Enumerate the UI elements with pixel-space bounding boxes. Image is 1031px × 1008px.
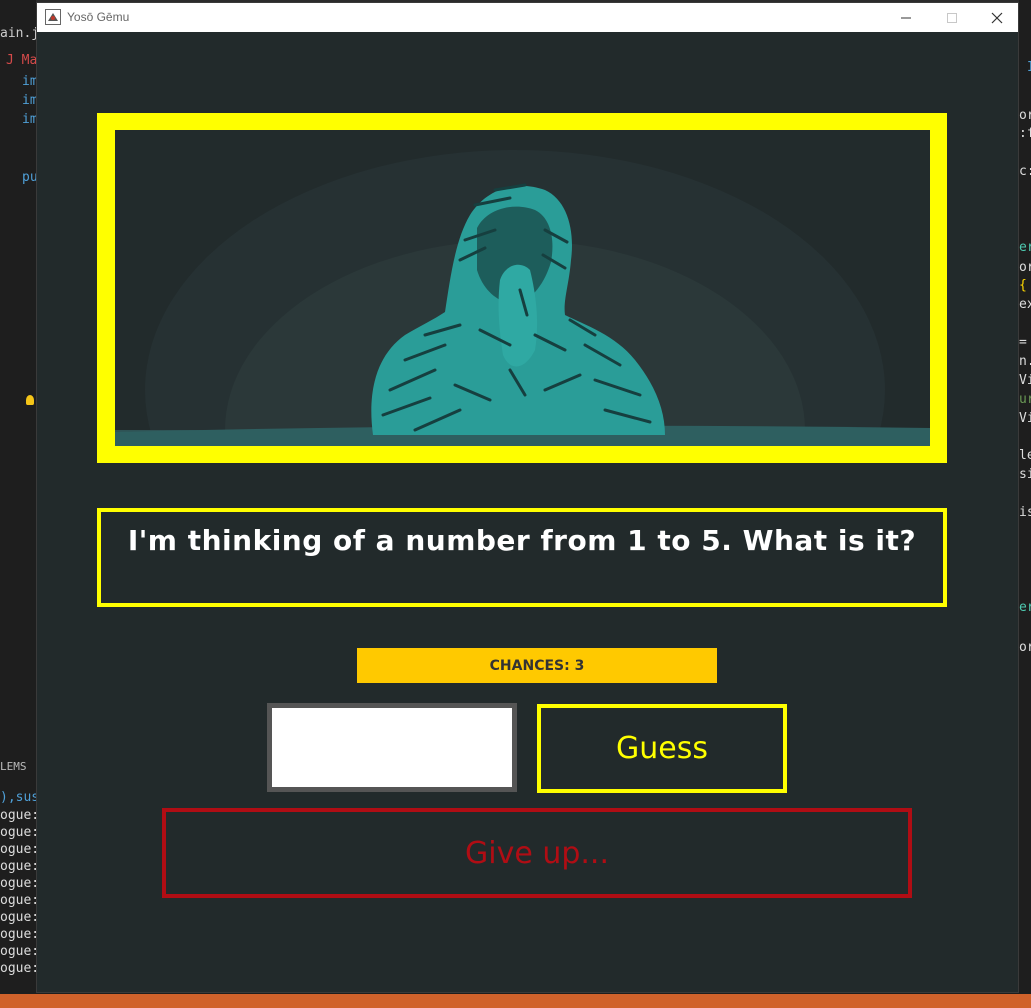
ide-code-fragment: or [1019, 108, 1031, 123]
java-app-icon [45, 9, 61, 25]
ide-console-line: ogue: [0, 859, 36, 874]
ide-code-fragment: er [1019, 240, 1031, 255]
ide-console-line: ),susp [0, 790, 36, 805]
ide-code-fragment: or [1019, 640, 1031, 655]
ide-code-line: im [22, 112, 36, 127]
ide-code-fragment: I [1027, 60, 1031, 75]
guess-button[interactable]: Guess [537, 704, 787, 793]
give-up-button[interactable]: Give up... [162, 808, 912, 898]
taskbar-strip [0, 994, 1031, 1008]
game-window: Yosō Gēmu I'm thinking of a number from … [36, 2, 1019, 993]
ide-code-fragment: or [1019, 260, 1031, 275]
game-content: I'm thinking of a number from 1 to 5. Wh… [37, 32, 1018, 992]
hooded-figure-illustration [115, 150, 930, 446]
ide-code-fragment: = [1019, 335, 1027, 350]
illustration-panel [115, 130, 930, 446]
maximize-button[interactable] [929, 3, 975, 32]
ide-file-entry: J Ma [6, 53, 36, 68]
ide-background-left: ain.java J Ma im im im pu LEMS ),susp og… [0, 0, 36, 1008]
ide-code-fragment: ur [1019, 392, 1031, 407]
ide-background-right: I or :f c: er or { ex = n. Vi ur Vi le s… [1019, 0, 1031, 1008]
question-text: I'm thinking of a number from 1 to 5. Wh… [127, 524, 917, 557]
ide-code-fragment: { [1019, 278, 1027, 293]
question-panel: I'm thinking of a number from 1 to 5. Wh… [97, 508, 947, 607]
window-titlebar[interactable]: Yosō Gēmu [37, 3, 1018, 32]
ide-code-fragment: le [1019, 448, 1031, 463]
ide-code-fragment: Vi [1019, 411, 1031, 426]
maximize-icon [947, 12, 957, 23]
ide-code-fragment: ex [1019, 297, 1031, 312]
ide-console-line: ogue: [0, 944, 36, 959]
ide-tab-label: ain.java [0, 26, 36, 41]
ide-code-fragment: si [1019, 467, 1031, 482]
ide-panel-label: LEMS [0, 760, 27, 773]
close-icon [991, 12, 1003, 23]
ide-code-fragment: Vi [1019, 373, 1031, 388]
window-title: Yosō Gēmu [67, 10, 130, 24]
ide-console-line: ogue: [0, 808, 36, 823]
chances-counter: CHANCES: 3 [357, 648, 717, 683]
lightbulb-icon [26, 395, 34, 405]
ide-console-line: ogue: [0, 927, 36, 942]
ide-console-line: ogue: [0, 876, 36, 891]
ide-code-line: pu [22, 170, 36, 185]
ide-code-fragment: er [1019, 600, 1031, 615]
ide-code-fragment: n. [1019, 354, 1031, 369]
ide-code-fragment: c: [1019, 164, 1031, 179]
illustration-frame [97, 113, 947, 463]
ide-code-fragment: :f [1019, 126, 1031, 141]
ide-console-line: ogue: [0, 842, 36, 857]
ide-code-line: im [22, 93, 36, 108]
minimize-button[interactable] [883, 3, 929, 32]
minimize-icon [901, 17, 911, 18]
close-button[interactable] [974, 3, 1020, 32]
ide-console-line: ogue: [0, 961, 36, 976]
ide-console-line: ogue: [0, 893, 36, 908]
guess-input[interactable] [267, 703, 517, 792]
ide-console-line: ogue: [0, 910, 36, 925]
ide-code-line: im [22, 74, 36, 89]
ide-console-line: ogue: [0, 825, 36, 840]
ide-code-fragment: is [1019, 505, 1031, 520]
